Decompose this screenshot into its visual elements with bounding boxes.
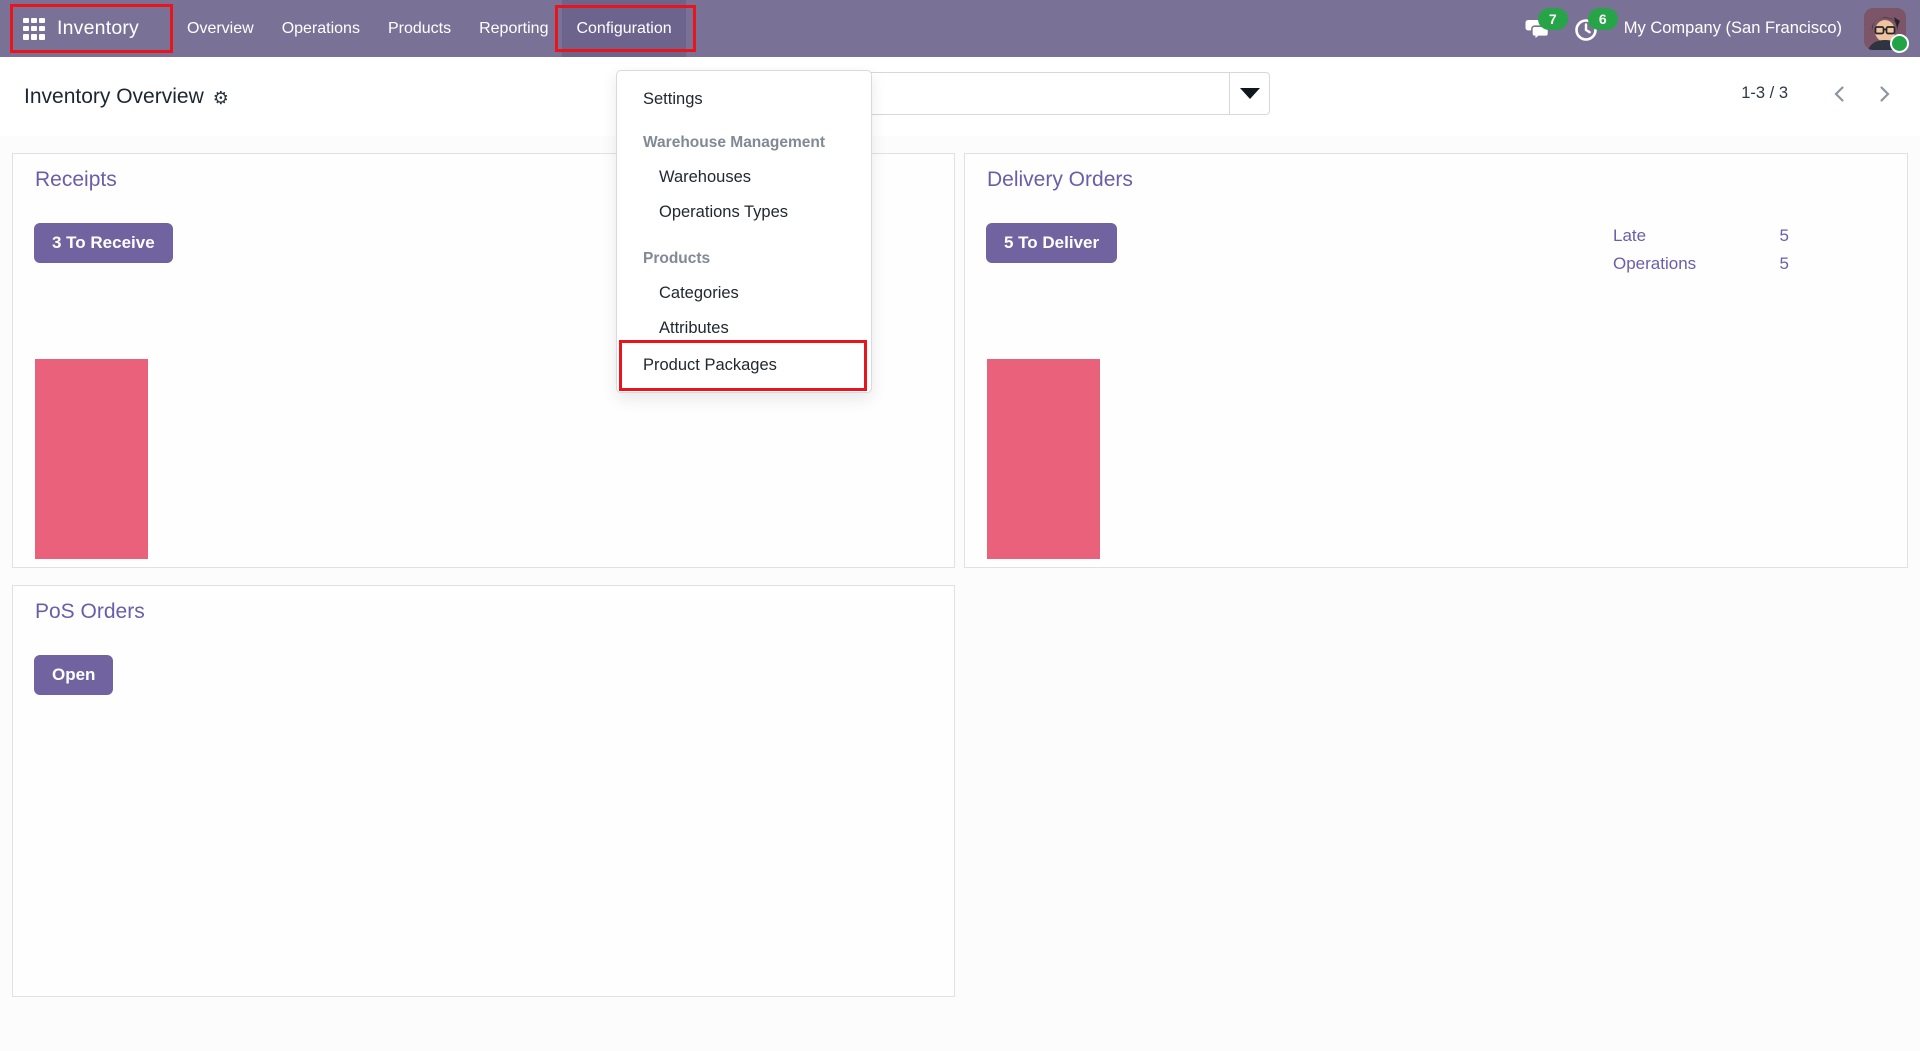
delivery-stats: Late 5 Operations 5 (1613, 224, 1789, 276)
messages-menu-button[interactable]: 7 (1524, 7, 1568, 42)
messages-count-badge: 7 (1537, 7, 1568, 30)
user-menu-button[interactable] (1864, 7, 1909, 53)
page-title: Inventory Overview (24, 84, 204, 108)
caret-down-icon (1239, 88, 1260, 99)
card-pos-orders-title[interactable]: PoS Orders (35, 600, 145, 624)
chevron-right-icon (1880, 85, 1890, 102)
stat-operations-label[interactable]: Operations (1613, 252, 1696, 276)
systray: 7 6 My Company (San Francisco) (1524, 0, 1920, 57)
navbar-item-reporting[interactable]: Reporting (465, 0, 562, 57)
search-options-toggle[interactable] (1229, 73, 1269, 114)
navbar-item-overview[interactable]: Overview (173, 0, 268, 57)
menu-item-warehouses[interactable]: Warehouses (617, 160, 871, 195)
navbar-item-operations[interactable]: Operations (268, 0, 374, 57)
app-navbar: Inventory Overview Operations Products R… (0, 0, 1920, 57)
menu-item-product-packages[interactable]: Product Packages (617, 346, 871, 384)
apps-grid-icon[interactable] (23, 17, 45, 40)
screen: Inventory Overview Operations Products R… (0, 0, 1920, 1051)
card-receipts-title[interactable]: Receipts (35, 168, 117, 192)
pager-previous-button[interactable] (1818, 84, 1862, 104)
to-receive-button[interactable]: 3 To Receive (34, 223, 173, 263)
app-brand[interactable]: Inventory (10, 0, 173, 57)
app-name[interactable]: Inventory (57, 17, 139, 40)
company-switcher[interactable]: My Company (San Francisco) (1624, 19, 1842, 38)
card-delivery-orders-title[interactable]: Delivery Orders (987, 168, 1133, 192)
menu-section-products: Products (643, 250, 711, 267)
receipts-graph-bar[interactable] (35, 359, 148, 559)
to-deliver-button[interactable]: 5 To Deliver (986, 223, 1118, 263)
stat-operations-value[interactable]: 5 (1780, 252, 1789, 276)
menu-item-operations-types[interactable]: Operations Types (617, 195, 871, 230)
stat-operations[interactable]: Operations 5 (1613, 252, 1789, 276)
stat-late[interactable]: Late 5 (1613, 224, 1789, 248)
stat-late-value[interactable]: 5 (1780, 224, 1789, 248)
card-pos-orders: PoS Orders Open (12, 585, 955, 997)
control-panel: Inventory Overview ⚙ 1-3 / 3 (0, 57, 1920, 136)
gear-icon[interactable]: ⚙ (213, 87, 229, 107)
navbar-item-configuration-label: Configuration (576, 19, 672, 37)
configuration-dropdown-menu: Settings Warehouse Management Warehouses… (616, 70, 872, 393)
chevron-left-icon (1834, 85, 1844, 102)
pager-next-button[interactable] (1862, 84, 1906, 104)
activities-menu-button[interactable]: 6 (1574, 7, 1618, 42)
stat-late-label[interactable]: Late (1613, 224, 1646, 248)
pager-range: 1-3 / 3 (1741, 84, 1788, 102)
breadcrumb: Inventory Overview ⚙ (24, 57, 229, 136)
pager: 1-3 / 3 (1741, 72, 1906, 115)
online-status-dot (1890, 33, 1909, 53)
menu-item-settings[interactable]: Settings (617, 80, 871, 118)
delivery-graph-bar[interactable] (987, 359, 1100, 559)
pos-open-button[interactable]: Open (34, 655, 114, 695)
menu-item-categories[interactable]: Categories (617, 276, 871, 311)
card-delivery-orders: Delivery Orders 5 To Deliver Late 5 Oper… (964, 153, 1908, 568)
menu-item-attributes[interactable]: Attributes (617, 311, 871, 346)
navbar-menu: Overview Operations Products Reporting C… (173, 0, 696, 57)
activities-count-badge: 6 (1587, 7, 1618, 30)
navbar-item-configuration[interactable]: Configuration (555, 0, 696, 57)
menu-section-warehouse-management: Warehouse Management (643, 134, 826, 151)
navbar-item-products[interactable]: Products (374, 0, 465, 57)
